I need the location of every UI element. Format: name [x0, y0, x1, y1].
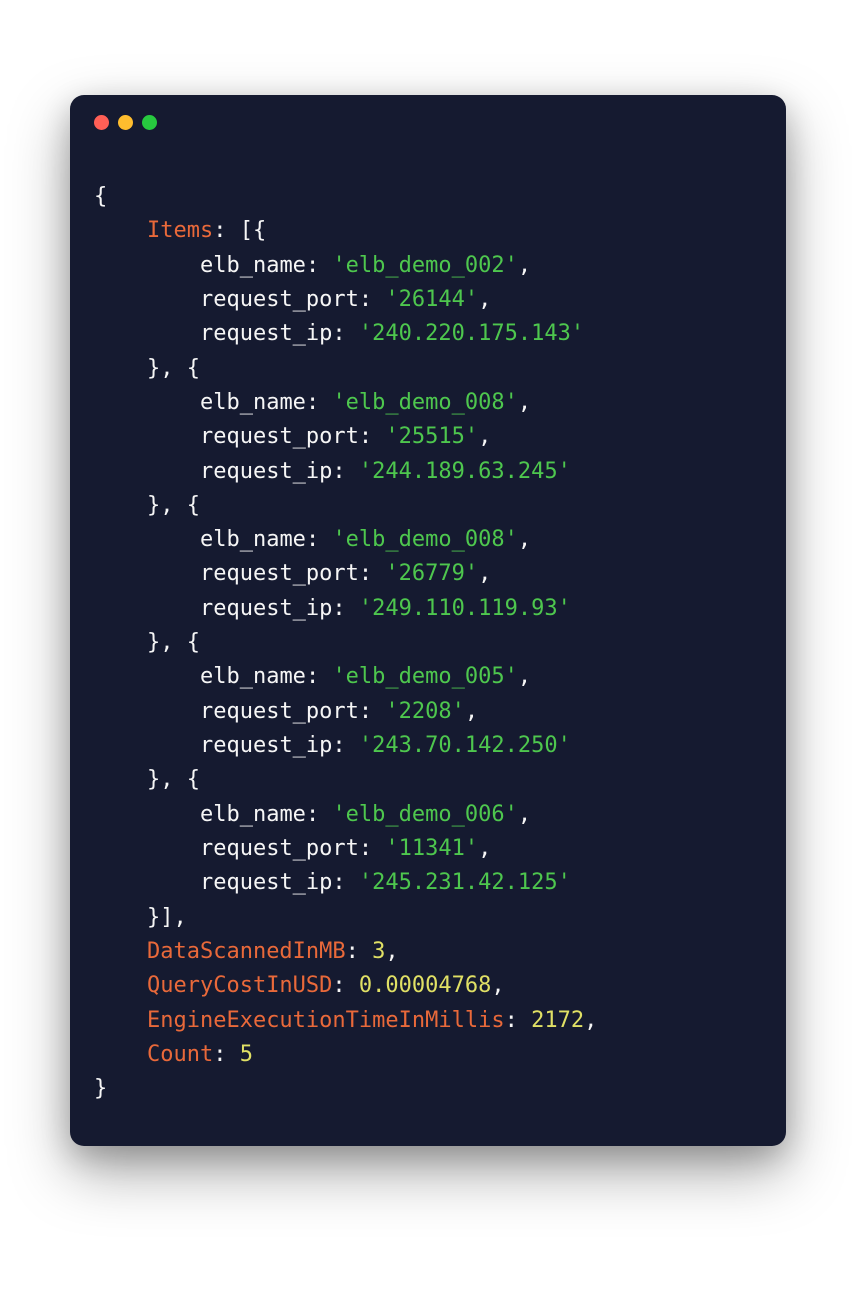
elb-name-value: 'elb_demo_005': [332, 664, 517, 689]
elb-name-key: elb_name: [200, 527, 306, 552]
request-ip-value: '243.70.142.250': [359, 733, 571, 758]
request-port-key: request_port: [200, 836, 359, 861]
brace-open: {: [94, 184, 107, 209]
items-key: Items: [147, 218, 213, 243]
elb-name-key: elb_name: [200, 802, 306, 827]
query-cost-value: 0.00004768: [359, 973, 491, 998]
elb-name-value: 'elb_demo_008': [332, 527, 517, 552]
request-ip-key: request_ip: [200, 459, 332, 484]
request-ip-value: '245.231.42.125': [359, 870, 571, 895]
data-scanned-key: DataScannedInMB: [147, 939, 346, 964]
request-port-value: '26144': [385, 287, 478, 312]
elb-name-value: 'elb_demo_002': [332, 253, 517, 278]
minimize-button[interactable]: [118, 115, 133, 130]
brace-close: }: [94, 1076, 107, 1101]
request-port-value: '25515': [385, 424, 478, 449]
code-window: { Items: [{ elb_name: 'elb_demo_002', re…: [70, 95, 786, 1146]
data-scanned-value: 3: [372, 939, 385, 964]
elb-name-key: elb_name: [200, 253, 306, 278]
request-ip-value: '249.110.119.93': [359, 596, 571, 621]
request-ip-key: request_ip: [200, 870, 332, 895]
engine-time-value: 2172: [531, 1008, 584, 1033]
elb-name-value: 'elb_demo_006': [332, 802, 517, 827]
request-ip-value: '240.220.175.143': [359, 321, 584, 346]
request-port-value: '26779': [385, 561, 478, 586]
request-port-key: request_port: [200, 424, 359, 449]
count-value: 5: [240, 1042, 253, 1067]
query-cost-key: QueryCostInUSD: [147, 973, 332, 998]
request-ip-value: '244.189.63.245': [359, 459, 571, 484]
request-ip-key: request_ip: [200, 733, 332, 758]
request-port-value: '2208': [385, 699, 464, 724]
engine-time-key: EngineExecutionTimeInMillis: [147, 1008, 505, 1033]
elb-name-key: elb_name: [200, 390, 306, 415]
elb-name-value: 'elb_demo_008': [332, 390, 517, 415]
request-port-key: request_port: [200, 561, 359, 586]
maximize-button[interactable]: [142, 115, 157, 130]
window-titlebar: [70, 95, 786, 130]
code-block: { Items: [{ elb_name: 'elb_demo_002', re…: [70, 130, 786, 1146]
close-button[interactable]: [94, 115, 109, 130]
request-port-value: '11341': [385, 836, 478, 861]
request-ip-key: request_ip: [200, 596, 332, 621]
count-key: Count: [147, 1042, 213, 1067]
elb-name-key: elb_name: [200, 664, 306, 689]
request-ip-key: request_ip: [200, 321, 332, 346]
request-port-key: request_port: [200, 287, 359, 312]
request-port-key: request_port: [200, 699, 359, 724]
